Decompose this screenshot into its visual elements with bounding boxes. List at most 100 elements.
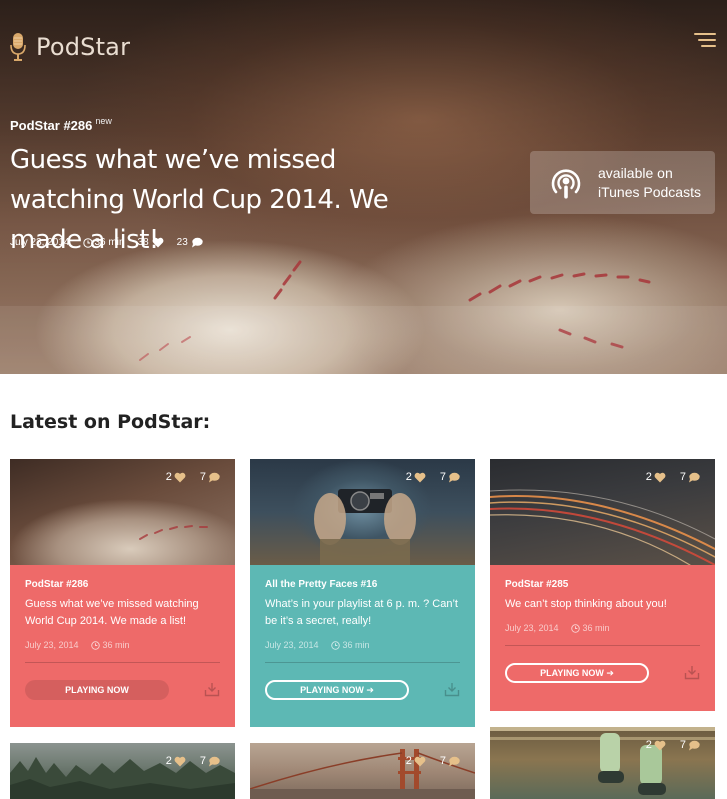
hero-likes-count: 38: [137, 237, 149, 248]
card-thumbnail[interactable]: 2 7: [490, 459, 715, 565]
new-badge: new: [95, 116, 112, 126]
heart-icon: [654, 740, 666, 750]
heart-icon: [654, 472, 666, 482]
card-episode: All the Pretty Faces #16: [265, 579, 378, 590]
card-comments-count: 7: [199, 755, 206, 767]
card-thumbnail[interactable]: 2 7: [490, 727, 715, 799]
card-comments[interactable]: 7: [200, 471, 220, 483]
card-date: July 23, 2014: [265, 640, 319, 650]
card-comments-count: 7: [439, 471, 446, 483]
card-comments-count: 7: [679, 739, 686, 751]
card-likes-count: 2: [165, 471, 172, 483]
hero-date: July 23, 2014: [10, 237, 70, 248]
comment-icon: [689, 740, 700, 750]
podcast-icon: [551, 168, 581, 198]
download-icon[interactable]: [444, 681, 460, 697]
comment-icon: [209, 756, 220, 766]
hero-likes[interactable]: 38: [138, 237, 164, 248]
download-icon[interactable]: [684, 664, 700, 680]
heart-icon: [414, 756, 426, 766]
card-stats: 2 7: [152, 755, 220, 767]
card-image-art: [10, 757, 235, 799]
episode-card[interactable]: 2 7 PodStar #286 Guess what we’ve missed…: [10, 459, 235, 727]
heart-icon: [174, 472, 186, 482]
episode-card[interactable]: 2 7 All the Pretty Faces #16 What’s in y…: [250, 459, 475, 727]
card-likes[interactable]: 2: [166, 755, 186, 767]
hero-episode-label: PodStar #286: [10, 118, 93, 133]
card-image-art: [250, 749, 475, 799]
episode-card[interactable]: 2 7 PodStar #285 We can’t stop thinking …: [490, 459, 715, 711]
card-comments[interactable]: 7: [440, 755, 460, 767]
clock-icon: [82, 237, 93, 248]
clock-icon: [570, 623, 580, 633]
episode-card[interactable]: 2 7: [490, 727, 715, 799]
card-duration: 36 min: [342, 640, 370, 650]
itunes-line1: available on: [598, 164, 673, 181]
comment-icon: [449, 756, 460, 766]
card-likes-count: 2: [645, 739, 652, 751]
card-duration: 36 min: [102, 640, 130, 650]
itunes-podcasts-button[interactable]: available on iTunes Podcasts: [530, 151, 715, 214]
card-stats: 2 7: [632, 471, 700, 483]
itunes-line2: iTunes Podcasts: [598, 183, 701, 200]
card-stats: 2 7: [392, 755, 460, 767]
playing-now-button[interactable]: PLAYING NOW ➔: [265, 680, 409, 700]
hero-duration: 36 min: [82, 237, 125, 248]
card-meta: July 23, 2014 36 min: [265, 640, 460, 650]
card-likes[interactable]: 2: [406, 471, 426, 483]
section-title: Latest on PodStar:: [10, 411, 211, 433]
card-comments[interactable]: 7: [200, 755, 220, 767]
card-comments-count: 7: [199, 471, 206, 483]
clock-icon: [90, 640, 100, 650]
card-likes-count: 2: [165, 755, 172, 767]
card-comments-count: 7: [439, 755, 446, 767]
card-thumbnail[interactable]: 2 7: [10, 459, 235, 565]
card-meta: July 23, 2014 36 min: [25, 640, 220, 650]
card-episode: PodStar #286: [25, 579, 89, 590]
download-icon[interactable]: [204, 681, 220, 697]
card-comments-count: 7: [679, 471, 686, 483]
card-date: July 23, 2014: [505, 623, 559, 633]
card-likes[interactable]: 2: [166, 471, 186, 483]
card-episode: PodStar #285: [505, 579, 569, 590]
comment-icon: [191, 237, 203, 248]
card-meta: July 23, 2014 36 min: [505, 623, 700, 633]
card-comments[interactable]: 7: [680, 471, 700, 483]
hero-episode: PodStar #286 new: [10, 116, 112, 133]
logo-text: PodStar: [36, 33, 131, 61]
hero-meta: July 23, 2014 36 min 38 23: [10, 237, 216, 248]
playing-now-button[interactable]: PLAYING NOW ➔: [505, 663, 649, 683]
card-duration: 36 min: [582, 623, 610, 633]
logo[interactable]: PodStar: [10, 32, 130, 62]
card-comments[interactable]: 7: [680, 739, 700, 751]
card-thumbnail[interactable]: 2 7: [250, 459, 475, 565]
hero-band: [0, 306, 727, 374]
hero-comments[interactable]: 23: [177, 237, 203, 248]
card-likes[interactable]: 2: [646, 739, 666, 751]
episode-card[interactable]: 2 7: [10, 743, 235, 799]
card-stats: 2 7: [392, 471, 460, 483]
episode-card[interactable]: 2 7: [250, 743, 475, 799]
clock-icon: [330, 640, 340, 650]
card-thumbnail[interactable]: 2 7: [250, 743, 475, 799]
card-likes[interactable]: 2: [406, 755, 426, 767]
card-title[interactable]: Guess what we’ve missed watching World C…: [25, 596, 220, 630]
card-stats: 2 7: [152, 471, 220, 483]
card-likes[interactable]: 2: [646, 471, 666, 483]
heart-icon: [414, 472, 426, 482]
card-image-art: [490, 727, 715, 795]
card-likes-count: 2: [405, 471, 412, 483]
hero-comments-count: 23: [176, 237, 188, 248]
card-title[interactable]: We can’t stop thinking about you!: [505, 596, 700, 613]
card-thumbnail[interactable]: 2 7: [10, 743, 235, 799]
card-likes-count: 2: [405, 755, 412, 767]
comment-icon: [689, 472, 700, 482]
menu-icon[interactable]: [694, 33, 716, 49]
comment-icon: [209, 472, 220, 482]
card-title[interactable]: What’s in your playlist at 6 p. m. ? Can…: [265, 596, 460, 630]
card-likes-count: 2: [645, 471, 652, 483]
heart-icon: [174, 756, 186, 766]
card-comments[interactable]: 7: [440, 471, 460, 483]
playing-now-button[interactable]: PLAYING NOW: [25, 680, 169, 700]
card-date: July 23, 2014: [25, 640, 79, 650]
